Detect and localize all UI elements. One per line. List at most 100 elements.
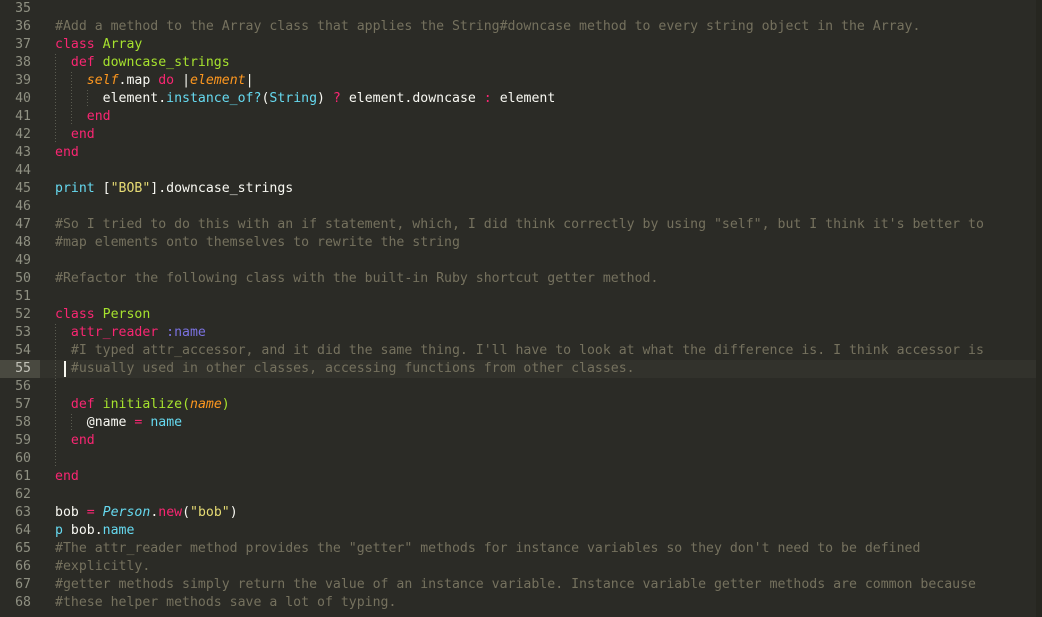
code-line-content[interactable]: #explicitly. — [40, 558, 1042, 576]
code-line[interactable]: 60 — [0, 450, 1042, 468]
code-line-content[interactable] — [40, 0, 1042, 18]
code-line-content[interactable]: end — [40, 144, 1042, 162]
code-line[interactable]: 41 end — [0, 108, 1042, 126]
code-line-content[interactable]: def downcase_strings — [40, 54, 1042, 72]
code-token: element — [491, 91, 556, 106]
line-number: 42 — [15, 127, 31, 142]
code-line-content[interactable]: #Add a method to the Array class that ap… — [40, 18, 1042, 36]
code-line-content[interactable]: element.instance_of?(String) ? element.d… — [40, 90, 1042, 108]
code-line[interactable]: 53 attr_reader :name — [0, 324, 1042, 342]
code-line-content[interactable] — [40, 486, 1042, 504]
code-line-content[interactable] — [40, 162, 1042, 180]
code-token: do — [158, 73, 183, 88]
code-line-content[interactable]: end — [40, 108, 1042, 126]
code-token: : — [483, 91, 492, 106]
code-token: Array — [102, 37, 143, 52]
code-line[interactable]: 64 p bob.name — [0, 522, 1042, 540]
code-line[interactable]: 48 #map elements onto themselves to rewri… — [0, 234, 1042, 252]
code-line[interactable]: 54 #I typed attr_accessor, and it did th… — [0, 342, 1042, 360]
code-line[interactable]: 61 end — [0, 468, 1042, 486]
code-token: attr_reader — [70, 325, 167, 340]
code-line[interactable]: 67 #getter methods simply return the valu… — [0, 576, 1042, 594]
code-line-content[interactable]: #The attr_reader method provides the "ge… — [40, 540, 1042, 558]
line-number: 48 — [15, 235, 31, 250]
code-token: ? — [332, 91, 341, 106]
code-line[interactable]: 35 — [0, 0, 1042, 18]
code-line[interactable]: 68 #these helper methods save a lot of ty… — [0, 594, 1042, 612]
code-token: name — [190, 397, 222, 412]
code-token: def — [70, 397, 103, 412]
code-line-content[interactable]: #map elements onto themselves to rewrite… — [40, 234, 1042, 252]
code-token: bob. — [62, 523, 103, 538]
code-line[interactable]: 43 end — [0, 144, 1042, 162]
code-line-content[interactable]: bob = Person.new("bob") — [40, 504, 1042, 522]
code-line[interactable]: 65 #The attr_reader method provides the "… — [0, 540, 1042, 558]
code-line-content[interactable]: end — [40, 432, 1042, 450]
code-line[interactable]: 38 def downcase_strings — [0, 54, 1042, 72]
code-line[interactable]: 49 — [0, 252, 1042, 270]
code-line-content[interactable] — [40, 450, 1042, 468]
line-number: 45 — [15, 181, 31, 196]
code-line-content[interactable]: print ["BOB"].downcase_strings — [40, 180, 1042, 198]
code-line-content[interactable]: #Refactor the following class with the b… — [40, 270, 1042, 288]
code-token: print — [55, 181, 95, 196]
code-line-content[interactable]: end — [40, 126, 1042, 144]
code-line[interactable]: 55 #usually used in other classes, acces… — [0, 360, 1042, 378]
code-line-content[interactable]: class Person — [40, 306, 1042, 324]
code-line[interactable]: 36 #Add a method to the Array class that … — [0, 18, 1042, 36]
line-number: 65 — [15, 541, 31, 556]
code-line[interactable]: 51 — [0, 288, 1042, 306]
code-line-content[interactable] — [40, 252, 1042, 270]
code-line[interactable]: 57 def initialize(name) — [0, 396, 1042, 414]
code-line-content[interactable]: #So I tried to do this with an if statem… — [40, 216, 1042, 234]
code-line[interactable]: 58 @name = name — [0, 414, 1042, 432]
code-token: .map — [118, 73, 159, 88]
code-editor[interactable]: 35 36 #Add a method to the Array class tha… — [0, 0, 1042, 617]
code-line-content[interactable]: def initialize(name) — [40, 396, 1042, 414]
code-line[interactable]: 50 #Refactor the following class with the… — [0, 270, 1042, 288]
code-line[interactable]: 42 end — [0, 126, 1042, 144]
code-line-content[interactable]: self.map do |element| — [40, 72, 1042, 90]
code-line[interactable]: 37 class Array — [0, 36, 1042, 54]
code-line[interactable]: 59 end — [0, 432, 1042, 450]
code-line-content[interactable]: @name = name — [40, 414, 1042, 432]
code-line[interactable]: 47 #So I tried to do this with an if stat… — [0, 216, 1042, 234]
code-line-content[interactable]: #usually used in other classes, accessin… — [40, 360, 1042, 378]
code-token: downcase_strings — [102, 55, 230, 70]
code-line-content[interactable]: p bob.name — [40, 522, 1042, 540]
code-line-content[interactable] — [40, 288, 1042, 306]
code-token: element. — [55, 91, 167, 106]
code-line[interactable]: 44 — [0, 162, 1042, 180]
line-number: 64 — [15, 523, 31, 538]
code-line[interactable]: 39 self.map do |element| — [0, 72, 1042, 90]
code-token: initialize — [102, 397, 183, 412]
code-line-content[interactable] — [40, 198, 1042, 216]
code-line-content[interactable]: #getter methods simply return the value … — [40, 576, 1042, 594]
code-line[interactable]: 45 print ["BOB"].downcase_strings — [0, 180, 1042, 198]
code-lines-container[interactable]: 35 36 #Add a method to the Array class tha… — [0, 0, 1042, 617]
code-token: "BOB" — [110, 181, 151, 196]
code-line[interactable]: 66 #explicitly. — [0, 558, 1042, 576]
code-token: end — [70, 127, 95, 142]
code-line[interactable]: 46 — [0, 198, 1042, 216]
code-token: @name — [55, 415, 135, 430]
code-line-content[interactable] — [40, 378, 1042, 396]
code-line[interactable]: 63 bob = Person.new("bob") — [0, 504, 1042, 522]
code-line-content[interactable]: class Array — [40, 36, 1042, 54]
code-line[interactable]: 40 element.instance_of?(String) ? elemen… — [0, 90, 1042, 108]
code-token: ) — [229, 505, 238, 520]
code-token: class — [55, 307, 103, 322]
code-line-content[interactable]: end — [40, 468, 1042, 486]
line-number: 43 — [15, 145, 31, 160]
code-line[interactable]: 56 — [0, 378, 1042, 396]
line-number: 60 — [15, 451, 31, 466]
code-token: String — [269, 91, 318, 106]
text-cursor — [64, 361, 66, 377]
code-line[interactable]: 52 class Person — [0, 306, 1042, 324]
code-line-content[interactable]: attr_reader :name — [40, 324, 1042, 342]
code-token: ( — [182, 505, 191, 520]
code-line-content[interactable]: #these helper methods save a lot of typi… — [40, 594, 1042, 612]
code-line[interactable]: 62 — [0, 486, 1042, 504]
code-line-content[interactable]: #I typed attr_accessor, and it did the s… — [40, 342, 1042, 360]
